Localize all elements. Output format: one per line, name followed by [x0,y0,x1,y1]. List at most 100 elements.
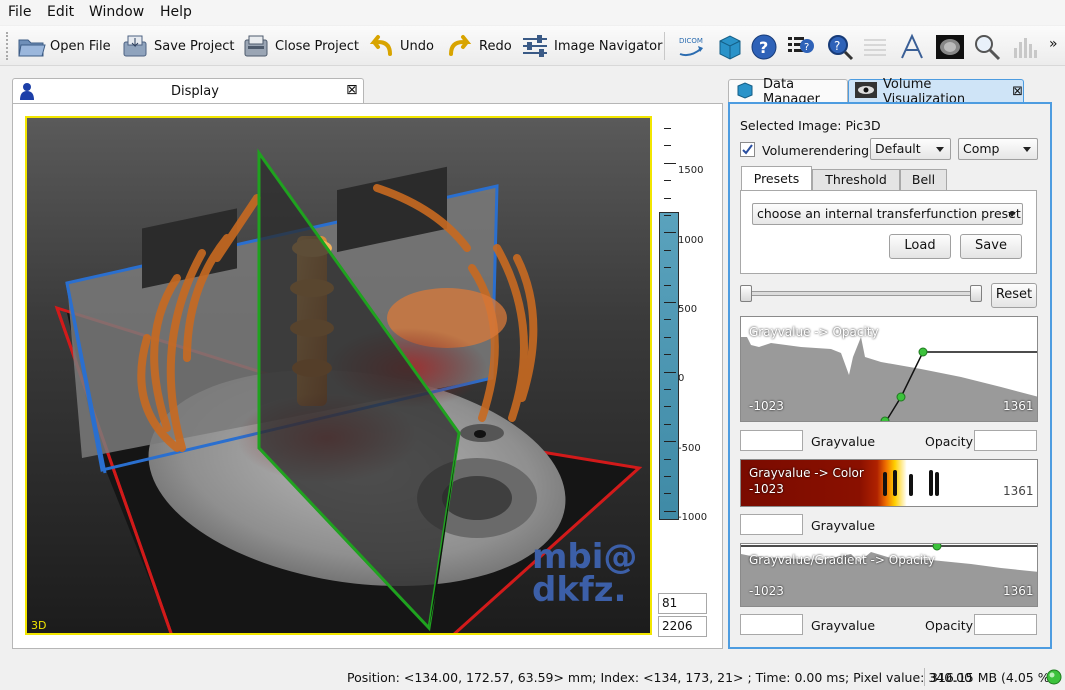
colorbar-tick [664,441,676,443]
colorbar-tick [664,336,671,338]
menu-edit[interactable]: Edit [47,4,74,20]
colorbar-tick [664,215,671,216]
colorbar-tick [664,476,671,477]
colorbar-tick-label: -1000 [678,512,708,523]
graph-max-value: 1361 [1003,484,1034,498]
zoom-icon[interactable] [972,32,1002,62]
range-slider-track[interactable] [746,291,982,296]
chevron-down-icon [1008,212,1016,217]
help-icon[interactable]: ? [749,32,779,62]
help-list-icon[interactable]: ? [785,32,815,62]
colorbar-tick [664,249,671,251]
menu-help[interactable]: Help [160,4,192,20]
watermark-logo-line2: dkfz. [532,570,626,610]
save-button[interactable]: Save [960,234,1022,259]
toolbar-overflow-button[interactable]: » [1049,36,1058,52]
colorbar-tick [664,232,676,234]
chevron-down-icon [936,147,944,152]
reset-button[interactable]: Reset [991,283,1037,308]
save-project-button[interactable]: Save Project [120,30,235,62]
colorbar-tick [664,162,676,164]
color-grayvalue-input[interactable] [740,514,803,535]
toolbar-grip[interactable] [6,32,10,60]
tab-volume-visualization[interactable]: Volume Visualization ⊠ [848,77,1024,107]
image-navigator-button[interactable]: Image Navigator [520,30,662,62]
toolbar-separator [664,32,665,60]
chevron-down-icon [1023,147,1031,152]
person-icon [19,82,35,103]
colorbar-tick [664,128,671,129]
view-label: 3D [31,619,46,632]
graph-min-value: -1023 [749,584,784,598]
tab-presets[interactable]: Presets [741,166,812,191]
menu-bar: File Edit Window Help [0,0,1065,25]
colorbar-tick [664,371,676,373]
brain-image-icon[interactable] [935,32,965,62]
data-manager-cube-icon[interactable] [715,32,745,62]
menu-file[interactable]: File [8,4,31,20]
colorbar-tick [664,493,671,495]
tab-threshold[interactable]: Threshold [812,169,900,191]
gradient-grayvalue-input[interactable] [740,614,803,635]
tab-display[interactable]: Display ⊠ [12,78,364,104]
svg-text:?: ? [834,39,840,53]
colorbar-tick [664,319,671,321]
svg-text:DICOM: DICOM [679,37,703,45]
close-icon[interactable]: ⊠ [1012,84,1023,99]
colorbar-tick-label: 1500 [678,165,704,176]
dicom-import-icon[interactable]: DICOM [676,32,706,62]
rendering-mode-select[interactable]: Default [870,138,951,160]
close-project-button[interactable]: Close Project [241,30,359,62]
undo-button[interactable]: Undo [366,30,434,62]
load-button[interactable]: Load [889,234,951,259]
opacity-label: Opacity [925,618,974,633]
graph-min-value: -1023 [749,482,784,496]
colorbar-tick [664,423,671,425]
volumerendering-checkbox[interactable] [740,142,755,157]
redo-arrow-icon [445,32,475,60]
logging-icon[interactable] [860,32,890,62]
gradient-opacity-input[interactable] [974,614,1037,635]
window-field[interactable]: 2206 [658,616,707,637]
grayvalue-label: Grayvalue [811,434,876,449]
level-window-colorbar[interactable] [659,212,679,520]
graph-max-value: 1361 [1003,399,1034,413]
colorbar-tick [664,180,671,182]
colorbar-tick [664,302,676,303]
close-icon[interactable]: ⊠ [346,82,358,98]
range-slider-min-handle[interactable] [740,285,752,302]
graph-title: Grayvalue -> Color [749,466,864,480]
open-file-button[interactable]: Open File [16,30,111,62]
graph-min-value: -1023 [749,399,784,413]
preset-select[interactable]: choose an internal transferfunction pres… [752,203,1023,225]
compositing-select[interactable]: Comp [958,138,1038,160]
colorbar-tick-label: 0 [678,373,685,384]
help-search-icon[interactable]: ? [825,32,855,62]
graph-max-value: 1361 [1003,584,1034,598]
gradient-transfer-function-graph[interactable]: Grayvalue/Gradient -> Opacity -1023 1361 [740,543,1038,607]
folder-open-icon [16,32,46,60]
opacity-value-input[interactable] [974,430,1037,451]
volume-rendering-scene: mbi@ dkfz. 3D [31,148,643,633]
tab-data-manager[interactable]: Data Manager [728,77,848,107]
status-led-icon [1046,669,1062,688]
redo-button[interactable]: Redo [445,30,512,62]
close-project-icon [241,32,271,60]
histogram-icon[interactable] [1010,32,1040,62]
colorbar-tick-label: 500 [678,304,698,315]
graph-title: Grayvalue -> Opacity [749,325,879,339]
colorbar-tick [664,354,671,356]
svg-text:?: ? [759,38,768,57]
menu-window[interactable]: Window [89,4,144,20]
save-project-icon [120,32,150,60]
opacity-grayvalue-input[interactable] [740,430,803,451]
grayvalue-label: Grayvalue [811,618,876,633]
measurement-icon[interactable] [897,32,927,62]
render-window-3d[interactable]: mbi@ dkfz. 3D [25,116,652,635]
main-toolbar: Open File Save Project Close Project Und… [0,26,1065,66]
color-transfer-function-graph[interactable]: Grayvalue -> Color -1023 1361 [740,459,1038,507]
range-slider-max-handle[interactable] [970,285,982,302]
level-field[interactable]: 81 [658,593,707,614]
opacity-transfer-function-graph[interactable]: Grayvalue -> Opacity -1023 1361 [740,316,1038,422]
tab-bell[interactable]: Bell [900,169,947,191]
